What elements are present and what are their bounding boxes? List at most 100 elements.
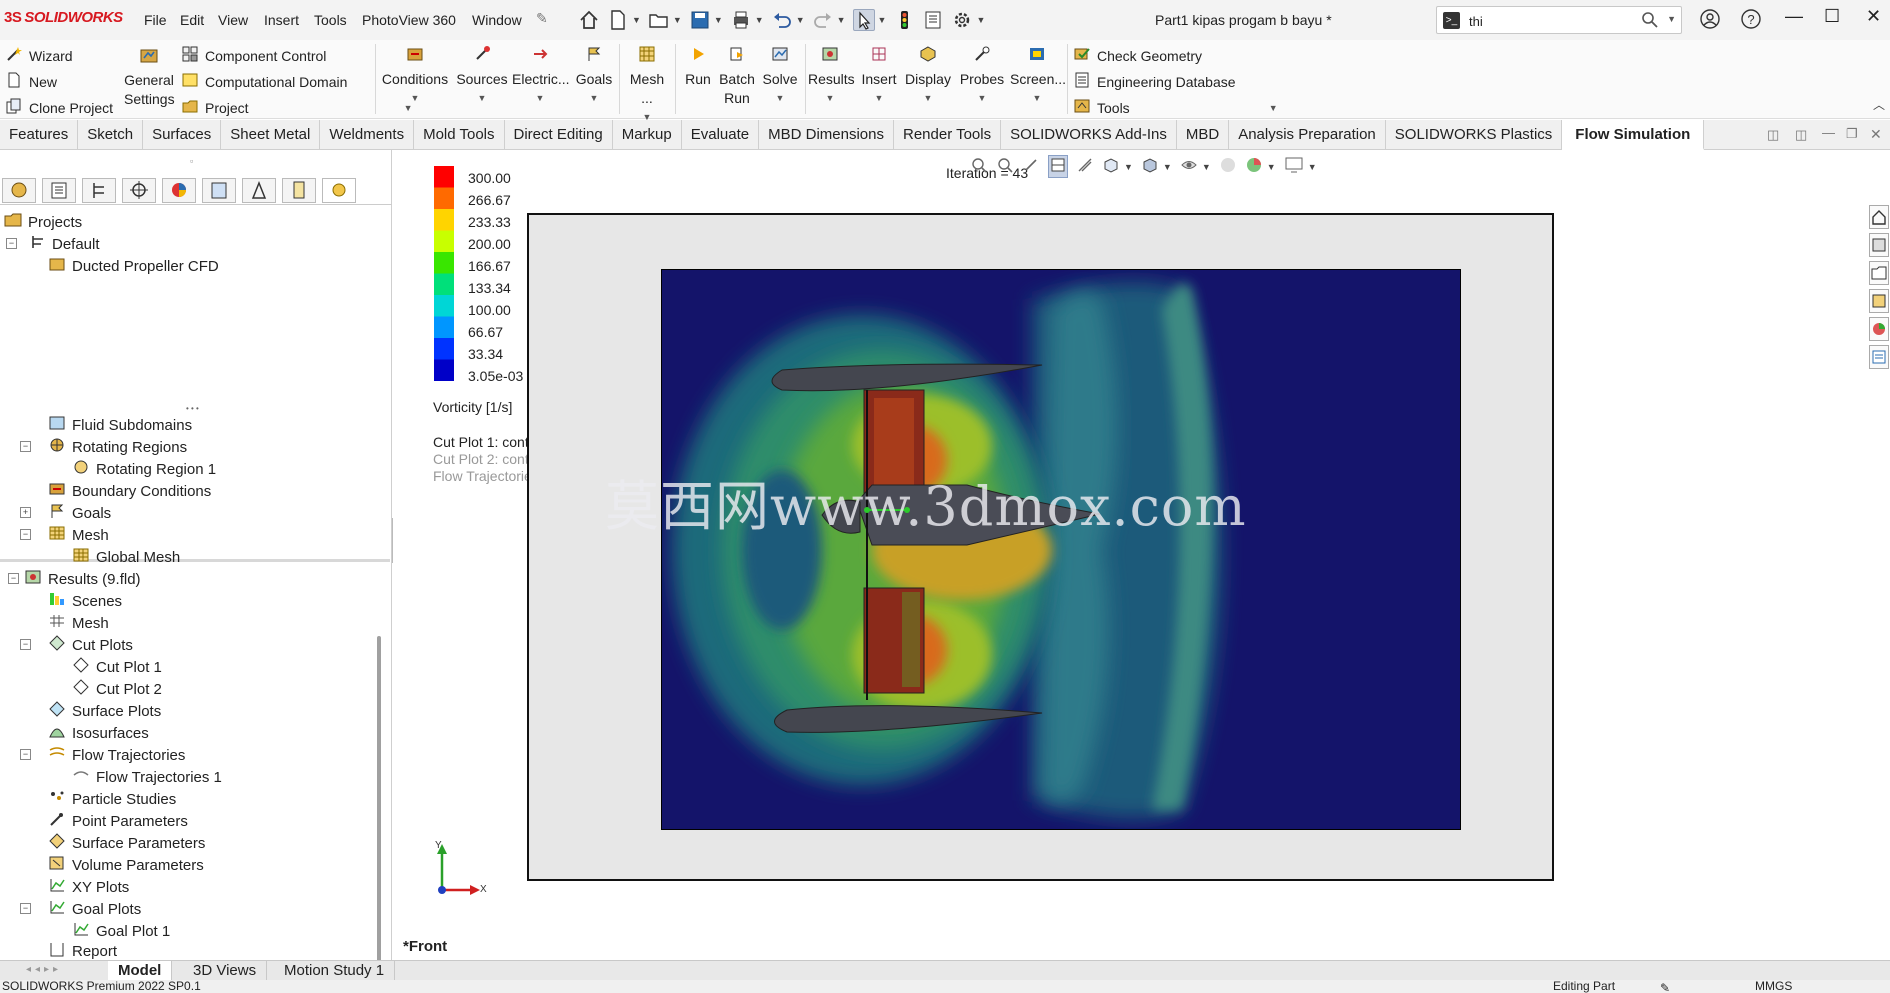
hide-show-dropdown-icon[interactable]: ▼ [1202, 162, 1211, 172]
collapse-toggle-icon[interactable]: − [20, 529, 31, 540]
vorticity-cut-plot[interactable] [661, 269, 1461, 830]
home-icon[interactable] [578, 9, 600, 31]
tree-goals[interactable]: + Goals [20, 503, 111, 523]
tree-rotating-regions[interactable]: − Rotating Regions [20, 437, 187, 457]
collapse-toggle-icon[interactable]: − [20, 903, 31, 914]
tab-analysis-preparation[interactable]: Analysis Preparation [1229, 120, 1386, 150]
select-arrow-icon[interactable] [852, 9, 875, 31]
tree-fluid-subdomains[interactable]: Fluid Subdomains [48, 415, 192, 435]
status-units[interactable]: MMGS [1755, 980, 1792, 993]
tab-scroll-arrows-icon[interactable]: ◂◂▸▸ [26, 964, 62, 975]
tree-projects[interactable]: Projects [4, 212, 82, 232]
tree-boundary-conditions[interactable]: Boundary Conditions [48, 481, 211, 501]
electrical-dropdown-icon[interactable]: ▼ [512, 89, 568, 108]
appearances-icon[interactable] [1869, 317, 1889, 341]
wizard-button[interactable]: Wizard [6, 46, 73, 65]
dimxpert-tab-icon[interactable] [122, 178, 156, 203]
minimize-window-icon[interactable]: — [1785, 6, 1803, 27]
maximize-window-icon[interactable]: ☐ [1824, 6, 1840, 27]
configuration-tab-icon[interactable] [82, 178, 116, 203]
edit-appearance-icon[interactable] [1219, 156, 1237, 177]
conditions-dropdown-icon[interactable]: ▼ [381, 89, 449, 108]
tree-global-mesh[interactable]: Global Mesh [72, 547, 180, 567]
collapse-toggle-icon[interactable]: − [6, 238, 17, 249]
zoom-area-icon[interactable] [996, 156, 1014, 177]
tree-default-configuration[interactable]: − Default [6, 234, 100, 254]
undo-icon[interactable] [771, 9, 793, 31]
menu-view[interactable]: View [218, 12, 248, 28]
file-explorer-icon[interactable] [1869, 261, 1889, 285]
doc-close-icon[interactable]: ✕ [1870, 126, 1882, 143]
flow-simulation-tab-icon[interactable] [322, 178, 356, 203]
tab-flow-simulation[interactable]: Flow Simulation [1562, 120, 1705, 150]
file-properties-icon[interactable] [922, 9, 944, 31]
tile-left-icon[interactable]: ◫ [1767, 127, 1779, 143]
tree-results[interactable]: − Results (9.fld) [8, 569, 141, 589]
tree-report[interactable]: Report [48, 943, 117, 959]
search-icon[interactable] [1641, 11, 1659, 32]
tab-solidworks-plastics[interactable]: SOLIDWORKS Plastics [1386, 120, 1563, 150]
open-folder-icon[interactable] [648, 9, 670, 31]
redo-icon[interactable] [812, 9, 834, 31]
search-box[interactable]: >_ ▼ [1436, 6, 1682, 34]
screen-dropdown-icon[interactable]: ▼ [1010, 89, 1064, 108]
tile-right-icon[interactable]: ◫ [1795, 127, 1807, 143]
menu-edit[interactable]: Edit [180, 12, 204, 28]
tree-goal-plot-1[interactable]: Goal Plot 1 [72, 921, 170, 941]
solidworks-logo[interactable]: 3S SOLIDWORKS [4, 9, 123, 26]
solve-dropdown-icon[interactable]: ▼ [760, 89, 800, 108]
display-style-dropdown-icon[interactable]: ▼ [1163, 162, 1172, 172]
collapse-ribbon-icon[interactable]: ︿ [1873, 96, 1885, 113]
splitter-grip-icon[interactable]: • • • [186, 404, 199, 413]
tab-evaluate[interactable]: Evaluate [682, 120, 760, 150]
menu-insert[interactable]: Insert [264, 12, 299, 28]
search-dropdown-icon[interactable]: ▼ [1667, 14, 1676, 24]
batch-run-button[interactable]: Batch Run [716, 45, 758, 108]
sources-button[interactable]: Sources ▼ [455, 45, 509, 108]
user-account-icon[interactable] [1699, 8, 1721, 35]
tree-goal-plots[interactable]: − Goal Plots [20, 899, 141, 919]
results-dropdown-icon[interactable]: ▼ [808, 89, 852, 108]
computational-domain-button[interactable]: Computational Domain [182, 72, 347, 91]
conditions-button[interactable]: Conditions ▼ [381, 45, 449, 108]
tolerance-tab-icon[interactable] [282, 178, 316, 203]
probes-button[interactable]: Probes ▼ [957, 45, 1007, 108]
design-library-icon[interactable] [1869, 233, 1889, 257]
rebuild-icon[interactable]: ✎ [1660, 980, 1670, 993]
print-dropdown-icon[interactable]: ▼ [755, 15, 764, 25]
engineering-database-button[interactable]: Engineering Database [1074, 72, 1236, 91]
solve-button[interactable]: Solve ▼ [760, 45, 800, 108]
view-settings-dropdown-icon[interactable]: ▼ [1308, 162, 1317, 172]
menu-window[interactable]: Window [472, 12, 522, 28]
solidworks-resources-icon[interactable] [1869, 205, 1889, 229]
insert-dropdown-icon[interactable]: ▼ [859, 89, 899, 108]
help-icon[interactable]: ? [1740, 8, 1762, 35]
tree-surface-plots[interactable]: Surface Plots [48, 701, 161, 721]
apply-scene-dropdown-icon[interactable]: ▼ [1267, 162, 1276, 172]
tab-model[interactable]: Model [108, 961, 173, 981]
electrical-button[interactable]: Electric... ▼ [512, 45, 570, 108]
tree-isosurfaces[interactable]: Isosurfaces [48, 723, 149, 743]
display-style-icon[interactable] [1141, 156, 1159, 177]
undo-dropdown-icon[interactable]: ▼ [796, 15, 805, 25]
tools-dropdown-icon[interactable]: ▼ [1269, 103, 1278, 113]
save-dropdown-icon[interactable]: ▼ [714, 15, 723, 25]
close-window-icon[interactable]: ✕ [1866, 6, 1881, 27]
save-icon[interactable] [689, 9, 711, 31]
view-orientation-dropdown-icon[interactable]: ▼ [1124, 162, 1133, 172]
select-dropdown-icon[interactable]: ▼ [878, 15, 887, 25]
panel-splitter[interactable] [0, 559, 390, 562]
section-view-icon[interactable] [1048, 155, 1068, 178]
tree-flow-trajectories-1[interactable]: Flow Trajectories 1 [72, 767, 222, 787]
flow-tools-button[interactable]: Tools ▼ [1074, 98, 1278, 117]
tab-direct-editing[interactable]: Direct Editing [505, 120, 613, 150]
insert-button[interactable]: Insert ▼ [859, 45, 899, 108]
redo-dropdown-icon[interactable]: ▼ [837, 15, 846, 25]
results-button[interactable]: Results ▼ [808, 45, 855, 108]
new-dropdown-icon[interactable]: ▼ [632, 15, 641, 25]
flow-analysis-tab-icon[interactable] [2, 178, 36, 203]
open-dropdown-icon[interactable]: ▼ [673, 15, 682, 25]
dynamic-annotation-icon[interactable] [1076, 156, 1094, 177]
options-gear-icon[interactable] [951, 9, 973, 31]
tab-surfaces[interactable]: Surfaces [143, 120, 222, 150]
